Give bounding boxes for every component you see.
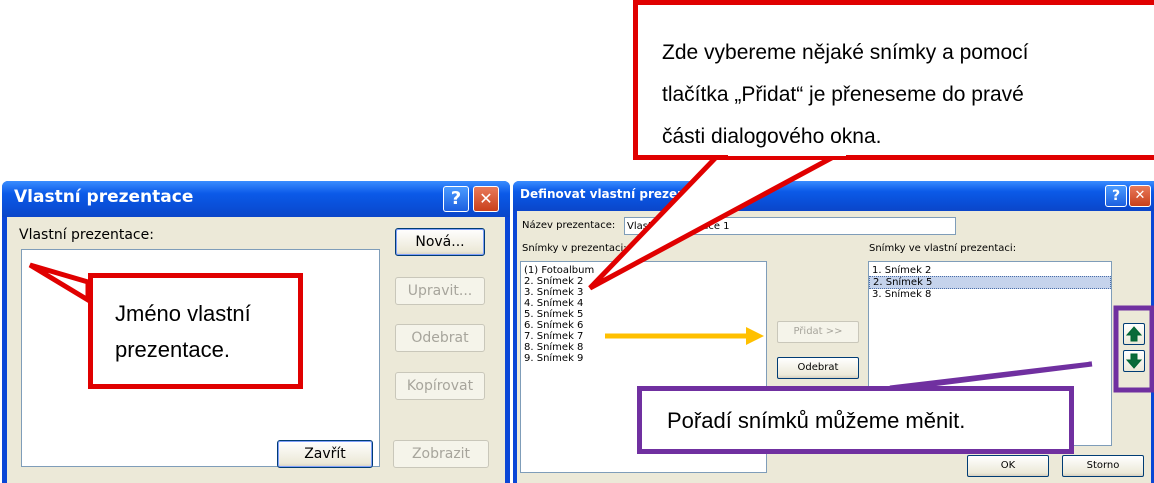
bottom-callout-text: Pořadí snímků můžeme měnit. [667, 408, 966, 433]
top-callout-pointer [588, 145, 852, 291]
orange-arrow-head [746, 327, 764, 345]
top-callout-seam [728, 148, 846, 156]
left-callout: Jméno vlastní prezentace. [88, 273, 303, 389]
bottom-callout: Pořadí snímků můžeme měnit. [637, 386, 1074, 454]
top-callout: Zde vybereme nějaké snímky a pomocí tlač… [633, 0, 1154, 160]
bottom-callout-pointer [889, 361, 1093, 391]
left-callout-line: prezentace. [115, 337, 230, 362]
reorder-buttons-highlight [1113, 305, 1154, 393]
top-callout-line: Zde vybereme nějaké snímky a pomocí [662, 41, 1029, 64]
top-callout-line: tlačítka „Přidat“ je přeneseme do pravé [662, 83, 1024, 106]
left-callout-line: Jméno vlastní [115, 301, 251, 326]
left-callout-pointer [28, 262, 91, 305]
